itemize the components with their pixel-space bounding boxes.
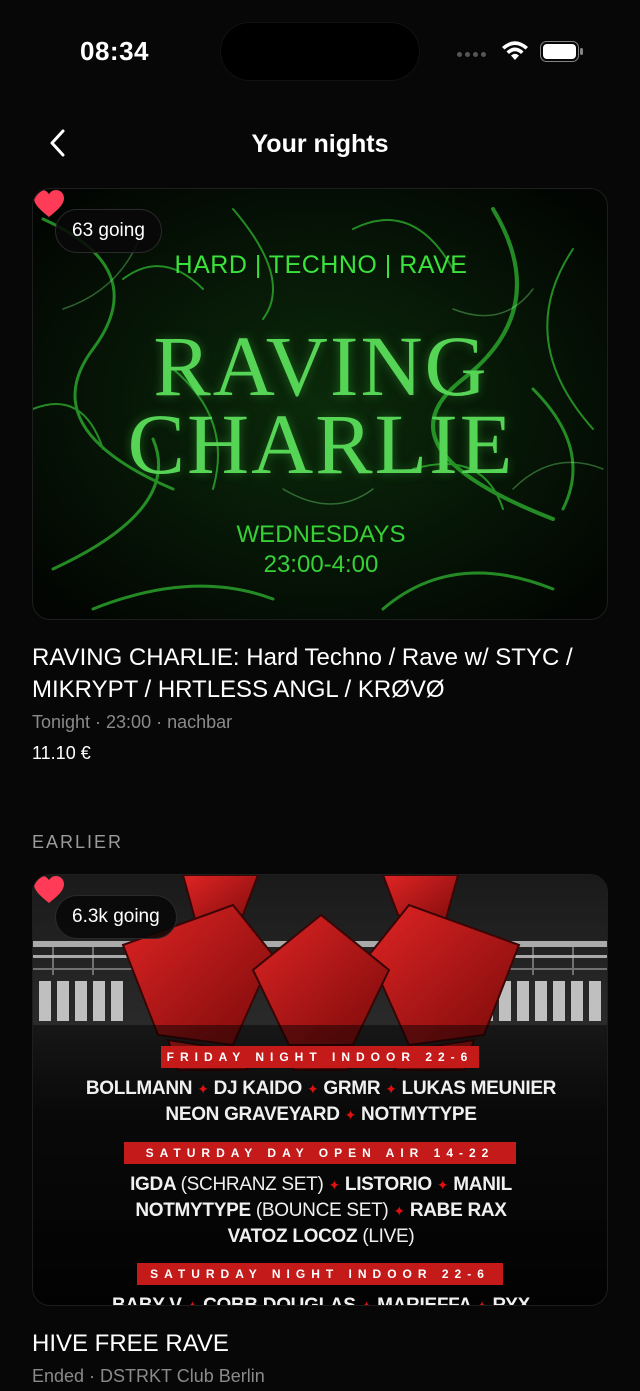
lineup-row-2: NEON GRAVEYARD ✦ NOTMYTYPE [33,1102,607,1128]
act-name: GRMR [323,1078,381,1099]
act-name: RABE RAX [409,1200,507,1221]
section-label: EARLIER [32,832,124,852]
act-note: (LIVE) [362,1226,415,1247]
wifi-icon [502,41,528,60]
lineup-band-saturday-day: SATURDAY DAY OPEN AIR 14-22 [124,1142,516,1164]
status-time: 08:34 [80,36,149,66]
event-price: 11.10 € [32,743,91,763]
lineup-band-saturday-night: SATURDAY NIGHT INDOOR 22-6 [137,1263,503,1285]
lineup-row-4: NOTMYTYPE (BOUNCE SET) ✦ RABE RAX [33,1198,607,1224]
poster-event-name: RAVING CHARLIE [33,318,607,492]
act-name: VATOZ LOCOZ [227,1226,358,1247]
nav-header: Your nights [0,110,640,178]
battery-icon [540,41,583,62]
act-name: NOTMYTYPE [361,1104,477,1125]
act-name: LISTORIO [344,1174,432,1195]
poster-days: WEDNESDAYS [236,521,406,548]
event-meta: Ended · DSTRKT Club Berlin [32,1366,265,1386]
status-bar: 08:34 [0,0,640,100]
lineup-row-6: BABY V ✦ COBB DOUGLAS ✦ MARIEFFA ✦ RYX [33,1293,607,1306]
separator-icon: ✦ [393,1203,405,1219]
act-name: RYX [492,1295,531,1306]
act-name: MANIL [453,1174,512,1195]
lineup-row-5: VATOZ LOCOZ (LIVE) [33,1224,607,1250]
lineup-band-friday: FRIDAY NIGHT INDOOR 22-6 [161,1046,479,1068]
act-name: BABY V [112,1295,182,1306]
going-count-badge: 6.3k going [55,895,177,939]
event-meta: Tonight · 23:00 · nachbar [32,712,233,732]
poster-hours: 23:00-4:00 [263,551,379,578]
lineup-row-1: BOLLMANN ✦ DJ KAIDO ✦ GRMR ✦ LUKAS MEUNI… [33,1076,607,1102]
act-note: (SCHRANZ SET) [180,1174,324,1195]
cellular-signal-icon [457,52,486,57]
going-count-badge: 63 going [55,209,162,253]
event-title[interactable]: HIVE FREE RAVE [32,1328,608,1360]
page-title: Your nights [251,130,389,158]
event-card[interactable]: 63 going HARD | TECHNO | RAVE RAVING CHA… [32,188,608,764]
separator-icon: ✦ [186,1298,199,1306]
heart-icon[interactable] [33,189,65,219]
poster-name-line1: RAVING [153,318,489,414]
event-poster[interactable]: 63 going HARD | TECHNO | RAVE RAVING CHA… [32,188,608,620]
poster-name-line2: CHARLIE [127,396,515,492]
act-name: MARIEFFA [377,1295,472,1306]
event-poster[interactable]: 6.3k going FRIDAY NIGHT INDOOR 22-6 BOLL… [32,874,608,1306]
act-name: COBB DOUGLAS [203,1295,356,1306]
separator-icon: ✦ [385,1081,397,1097]
act-name: DJ KAIDO [213,1078,303,1099]
act-name: IGDA [130,1174,176,1195]
act-name: NEON GRAVEYARD [165,1104,340,1125]
separator-icon: ✦ [360,1298,373,1306]
event-card[interactable]: 6.3k going FRIDAY NIGHT INDOOR 22-6 BOLL… [32,874,608,1387]
heart-icon[interactable] [33,875,65,905]
act-name: LUKAS MEUNIER [401,1078,557,1099]
lineup-row-3: IGDA (SCHRANZ SET) ✦ LISTORIO ✦ MANIL [33,1172,607,1198]
separator-icon: ✦ [306,1081,319,1097]
separator-icon: ✦ [436,1177,449,1193]
separator-icon: ✦ [328,1177,340,1193]
event-title[interactable]: RAVING CHARLIE: Hard Techno / Rave w/ ST… [32,642,608,706]
separator-icon: ✦ [476,1298,488,1306]
act-note: (BOUNCE SET) [255,1200,389,1221]
dynamic-island [221,23,419,80]
separator-icon: ✦ [197,1081,209,1097]
poster-genre: HARD | TECHNO | RAVE [174,251,468,279]
act-name: NOTMYTYPE [135,1200,251,1221]
act-name: BOLLMANN [85,1078,193,1099]
separator-icon: ✦ [344,1107,357,1123]
